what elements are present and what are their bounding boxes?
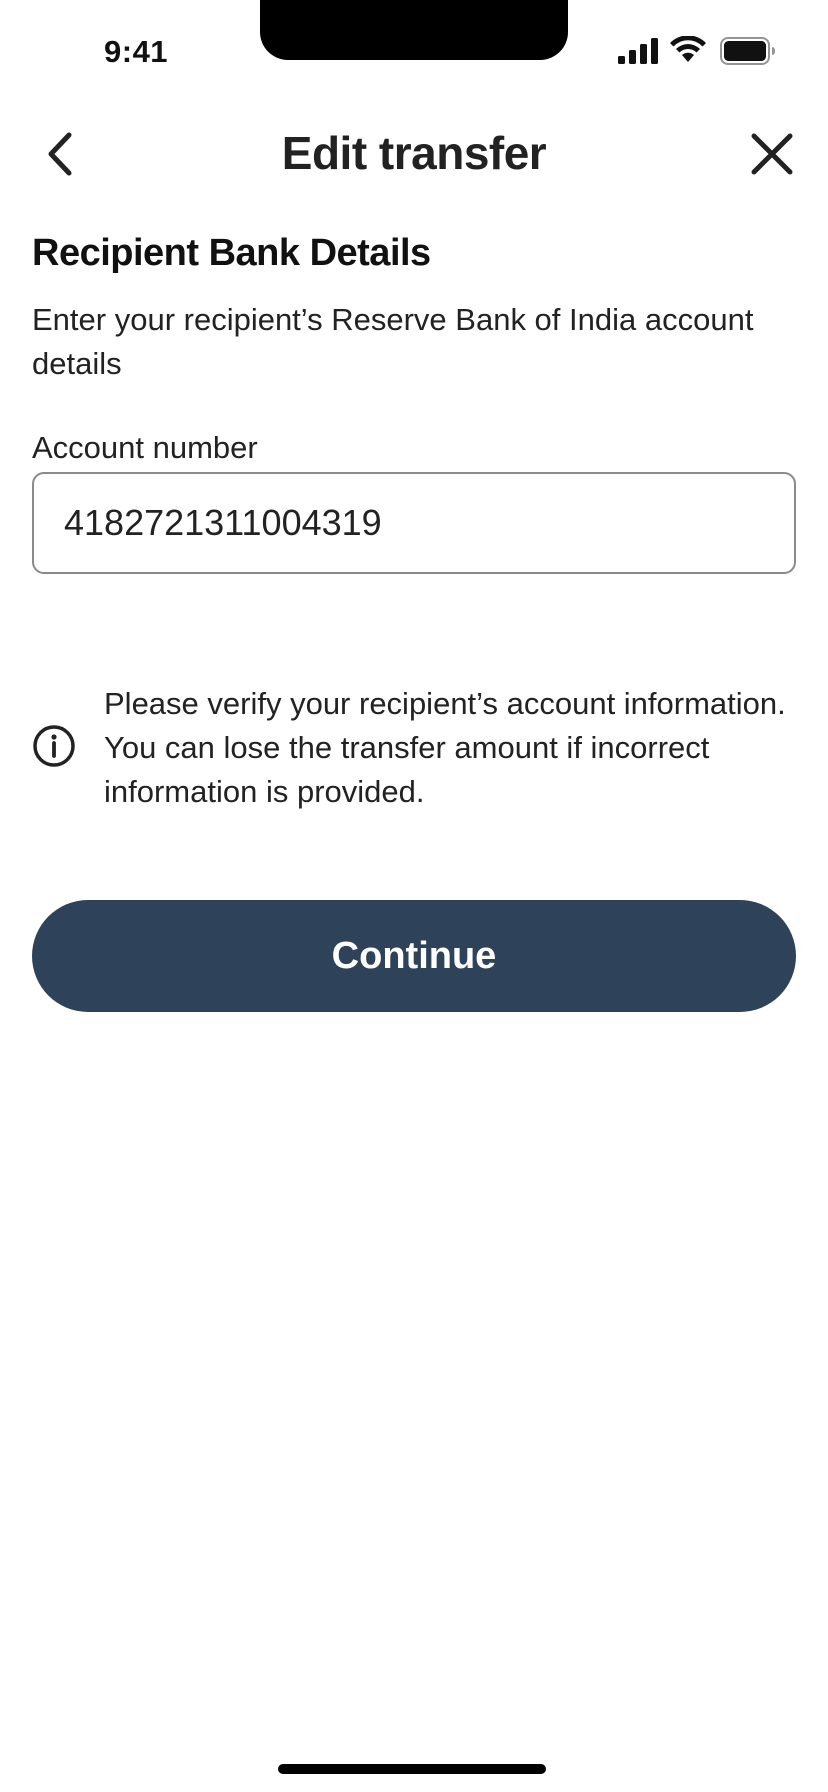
account-number-label: Account number <box>32 430 258 465</box>
battery-icon <box>720 37 775 65</box>
status-time: 9:41 <box>104 34 169 69</box>
close-icon <box>751 133 793 175</box>
section-heading: Recipient Bank Details <box>32 232 431 274</box>
account-number-input[interactable] <box>32 472 796 574</box>
section-description: Enter your recipient’s Reserve Bank of I… <box>32 302 754 381</box>
wifi-icon <box>670 36 706 62</box>
continue-button[interactable]: Continue <box>32 900 796 1012</box>
info-icon <box>33 725 75 767</box>
page-title: Edit transfer <box>281 127 547 179</box>
status-bar: 9:41 <box>0 0 828 100</box>
cellular-signal-icon <box>618 38 658 64</box>
home-indicator <box>278 1764 546 1774</box>
notice-text: Please verify your recipient’s account i… <box>104 686 786 809</box>
device-notch <box>260 0 568 60</box>
close-button[interactable] <box>744 126 800 182</box>
nav-header: Edit transfer <box>0 110 828 200</box>
